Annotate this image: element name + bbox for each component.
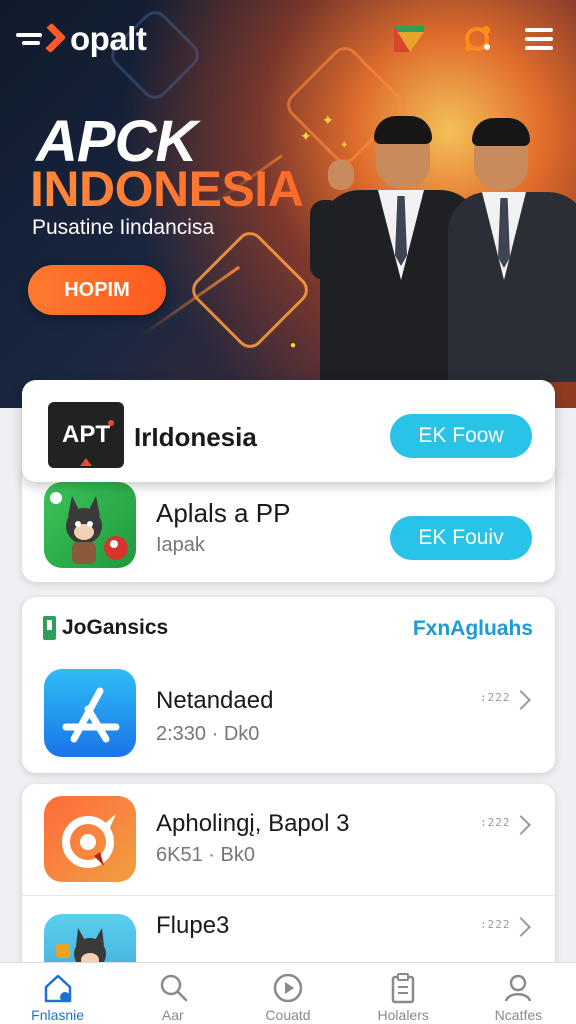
nav-label: Couatd [265, 1007, 311, 1023]
apt-logo-text: APT [62, 421, 110, 448]
section-title: JoGansics [62, 616, 169, 639]
hero-banner: ✦ ✦ ✦ ● opalt APCK INDONESIA Pusatine Ii… [0, 0, 576, 408]
home-icon [44, 974, 71, 1003]
profile-icon [505, 974, 532, 1002]
app-title: Aplals a PP [156, 498, 291, 528]
logo-text: opalt [70, 20, 147, 57]
menu-icon[interactable] [522, 22, 556, 56]
top-bar: opalt [0, 0, 576, 78]
play-icon [273, 973, 303, 1003]
follow-button[interactable]: EK Foow [390, 414, 532, 458]
apt-logo-icon: APT [48, 402, 124, 468]
section-header: JoGansics [42, 615, 168, 641]
nav-label: Fnlasnie [31, 1007, 85, 1023]
hero-cta-button[interactable]: HOPIM [28, 265, 166, 315]
app-store-icon [44, 669, 136, 757]
hero-subtitle: Pusatine Iindancisa [32, 216, 215, 239]
app-title: Flupe3 [156, 912, 230, 939]
chevron-right-icon[interactable] [511, 917, 531, 937]
follow-button[interactable]: EK Fouiv [390, 516, 532, 560]
cat-game-icon [44, 482, 136, 568]
list-item[interactable]: Netandaed 2:330 · Dk0 :222 [22, 667, 555, 763]
app-title: Netandaed [156, 687, 274, 714]
section-link[interactable]: FxnAgluahs [413, 617, 533, 641]
nav-label: Holalers [377, 1007, 429, 1023]
logo-mark-icon [16, 22, 68, 56]
app-subtitle: Iapak [156, 534, 205, 556]
rating-dots: :222 [480, 691, 511, 704]
list-item[interactable]: Apholingį, Bapol 3 6K51 · Bk0 :222 [22, 784, 555, 896]
sparkle-icon: ● [290, 340, 297, 351]
chevron-right-icon[interactable] [511, 815, 531, 835]
app-logo[interactable]: opalt [16, 20, 147, 58]
profile-ring-icon[interactable] [460, 22, 494, 56]
nav-profile[interactable]: Ncatfes [461, 963, 576, 1024]
rating-dots: :222 [480, 918, 511, 931]
nav-clipboard[interactable]: Holalers [346, 963, 461, 1024]
nav-label: Aar [161, 1007, 184, 1023]
bottom-navigation: Fnlasnie Aar Couatd Holalers Ncatfes [0, 962, 576, 1024]
rating-dots: :222 [480, 816, 511, 829]
hero-title-accent: INDONESIA [30, 161, 304, 217]
nav-home[interactable]: Fnlasnie [0, 963, 115, 1024]
clipboard-icon [391, 973, 415, 1004]
app-title: Apholingį, Bapol 3 [156, 810, 350, 837]
chevron-right-icon[interactable] [511, 690, 531, 710]
section-marker-icon [43, 616, 56, 640]
app-meta: 6K51 · Bk0 [156, 844, 255, 866]
app-meta: 2:330 · Dk0 [156, 723, 260, 745]
app-title: IrIdonesia [134, 422, 257, 452]
orange-circle-icon [44, 796, 136, 882]
presenter-right [440, 110, 576, 382]
flag-icon[interactable] [392, 22, 426, 56]
nav-search[interactable]: Aar [115, 963, 230, 1024]
featured-card[interactable]: APT IrIdonesia EK Foow [22, 380, 555, 482]
app-list-section: JoGansics FxnAgluahs Netandaed 2:330 · D… [22, 597, 555, 773]
nav-label: Ncatfes [494, 1007, 543, 1023]
search-icon [160, 974, 188, 1002]
nav-play[interactable]: Couatd [230, 963, 345, 1024]
